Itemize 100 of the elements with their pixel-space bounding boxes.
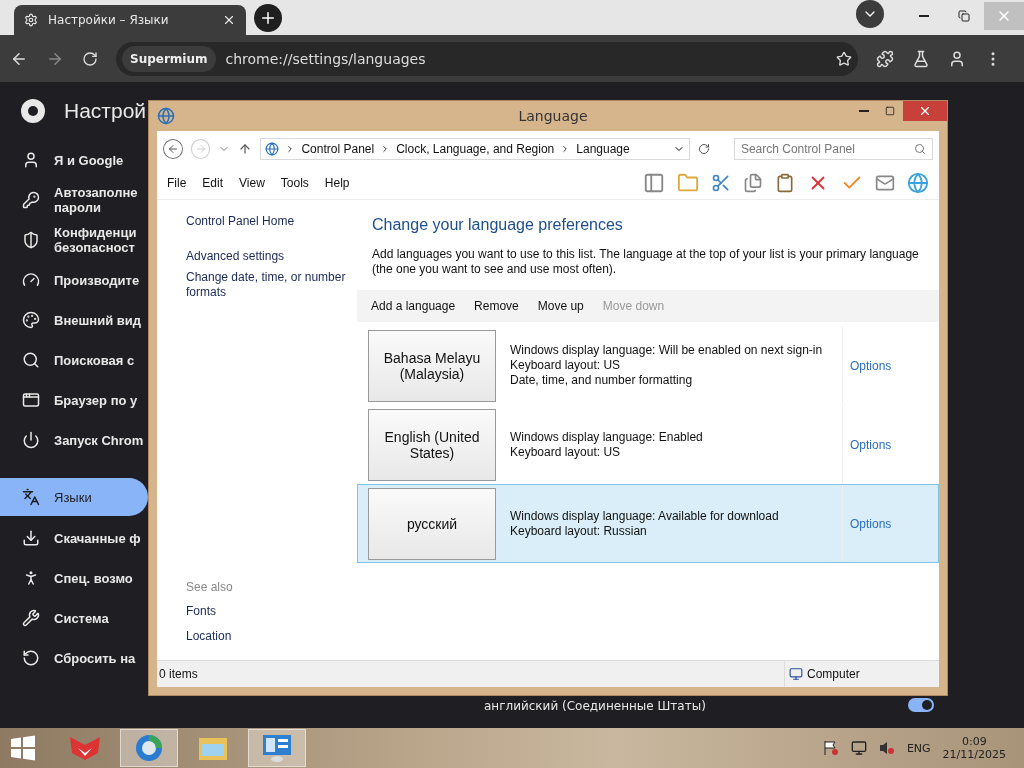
paste-icon[interactable] [775,173,795,193]
taskbar-app[interactable] [248,729,306,767]
nav-item[interactable]: Браузер по у [0,380,148,420]
nav-item[interactable]: Запуск Chrom [0,420,148,460]
window-icon [22,391,40,409]
muted-speaker-icon[interactable] [878,740,895,756]
see-also-link[interactable]: Fonts [186,604,357,619]
language-details: Windows display language: Available for download Keyboard layout: Russian [496,485,843,562]
language-row[interactable]: русский Windows display language: Available for download Keyboard layout: Russian Options [357,484,939,563]
globe-icon [265,142,280,156]
globe-icon[interactable] [907,172,929,194]
minimize-icon [919,14,929,17]
network-icon[interactable] [850,740,867,756]
language-details: Windows display language: Enabled Keyboard layout: US [496,406,843,483]
settings-title: Настрой [64,99,147,123]
nav-item[interactable]: Сбросить на [0,638,148,678]
action-link[interactable]: Remove [474,299,519,313]
description: Add languages you want to use to this list. The language at the top of your list is your primary language (the one you want to see and use most often). [371,246,920,277]
action-link[interactable]: Move up [537,299,584,313]
breadcrumb-item[interactable]: Clock, Language, and Region [396,142,555,156]
site-chip[interactable]: Supermium [122,45,216,72]
address-field[interactable]: Control Panel Clock, Language, and Region Language [260,138,690,160]
person-icon [22,151,40,169]
nav-item[interactable]: Внешний вид [0,300,148,340]
refresh-icon[interactable] [697,143,710,155]
input-language[interactable]: ENG [906,741,931,755]
breadcrumb-item[interactable]: Language [576,142,630,156]
layout-icon[interactable] [643,172,665,194]
tab-search-button[interactable] [856,0,884,28]
options-link[interactable]: Options [843,516,892,531]
folder-icon[interactable] [677,172,699,194]
bookmark-star-icon[interactable] [836,50,852,67]
fox-icon [68,735,102,761]
search-icon [22,351,40,369]
restore-icon [958,9,970,22]
plus-icon [259,9,277,27]
clock[interactable]: 0:09 21/11/2025 [942,735,1006,761]
options-link[interactable]: Options [843,437,892,452]
see-also-link[interactable]: Location [186,629,357,644]
palette-icon [22,311,40,329]
nav-link[interactable]: Advanced settings [186,249,357,264]
language-row[interactable]: Bahasa Melayu (Malaysia) Windows display language: Will be enabled on next sign-in Keyboard layout: US Date, time, and number formatting Options [357,326,939,405]
language-button[interactable]: русский [368,487,496,560]
browser-icon [134,733,164,763]
shield-icon [22,231,40,249]
control-panel-icon [261,733,293,763]
nav-item[interactable]: Скачанные ф [0,518,148,558]
reset-icon [22,649,40,667]
search-icon[interactable] [914,143,926,155]
forward-arrow-icon [194,143,207,155]
language-row[interactable]: English (United States) Windows display language: Enabled Keyboard layout: US Options [357,405,939,484]
cut-icon[interactable] [711,173,731,193]
translate-icon [22,488,40,506]
close-icon[interactable] [222,13,236,27]
flag-icon[interactable] [822,740,839,756]
nav-link[interactable]: Change date, time, or number formats [186,270,357,300]
reload-icon[interactable] [82,50,98,67]
url-text: chrome://settings/languages [225,50,427,67]
power-icon [22,431,40,449]
menu-item[interactable]: Tools [280,176,309,190]
browser-tab[interactable]: Настройки – Языки [14,5,246,35]
browser-logo-icon [20,98,46,124]
nav-item[interactable]: Я и Google [0,140,148,180]
mail-icon[interactable] [875,173,895,193]
nav-item[interactable]: Автозаполне пароли [0,180,148,220]
item-count: 0 items [159,667,198,681]
nav-item[interactable]: Конфиденци безопасност [0,220,148,260]
close-icon [918,104,932,118]
menu-item[interactable]: Edit [202,176,224,190]
breadcrumb-item[interactable]: Control Panel [301,142,375,156]
nav-item[interactable]: Система [0,598,148,638]
address-bar[interactable]: Supermium chrome://settings/languages [116,41,858,76]
profile-icon[interactable] [948,49,966,68]
language-icon [157,107,175,125]
language-button[interactable]: English (United States) [368,408,496,481]
copy-icon[interactable] [743,173,763,193]
nav-item[interactable]: Спец. возмо [0,558,148,598]
language-button[interactable]: Bahasa Melayu (Malaysia) [368,329,496,402]
menu-item[interactable]: File [167,176,187,190]
flask-icon[interactable] [912,49,930,68]
nav-item[interactable]: Поисковая с [0,340,148,380]
download-icon [22,529,40,547]
nav-link[interactable]: Control Panel Home [186,214,357,229]
nav-item[interactable]: Производите [0,260,148,300]
extensions-icon[interactable] [876,49,894,68]
search-field[interactable]: Search Control Panel [733,138,933,160]
menu-item[interactable]: Help [324,176,350,190]
new-tab-button[interactable] [254,4,282,32]
nav-item[interactable]: Языки [0,478,148,516]
up-icon[interactable] [238,142,253,156]
zone-label: Computer [807,667,860,681]
language-name: английский (Соединенные Штаты) [484,699,706,713]
taskbar-app[interactable] [120,729,178,767]
computer-icon [789,667,803,681]
options-link[interactable]: Options [843,358,892,373]
maximize-icon [885,106,895,116]
action-link[interactable]: Add a language [371,299,456,313]
language-toggle[interactable] [908,698,934,712]
menu-item[interactable]: View [239,176,265,190]
start-icon[interactable] [10,735,36,761]
